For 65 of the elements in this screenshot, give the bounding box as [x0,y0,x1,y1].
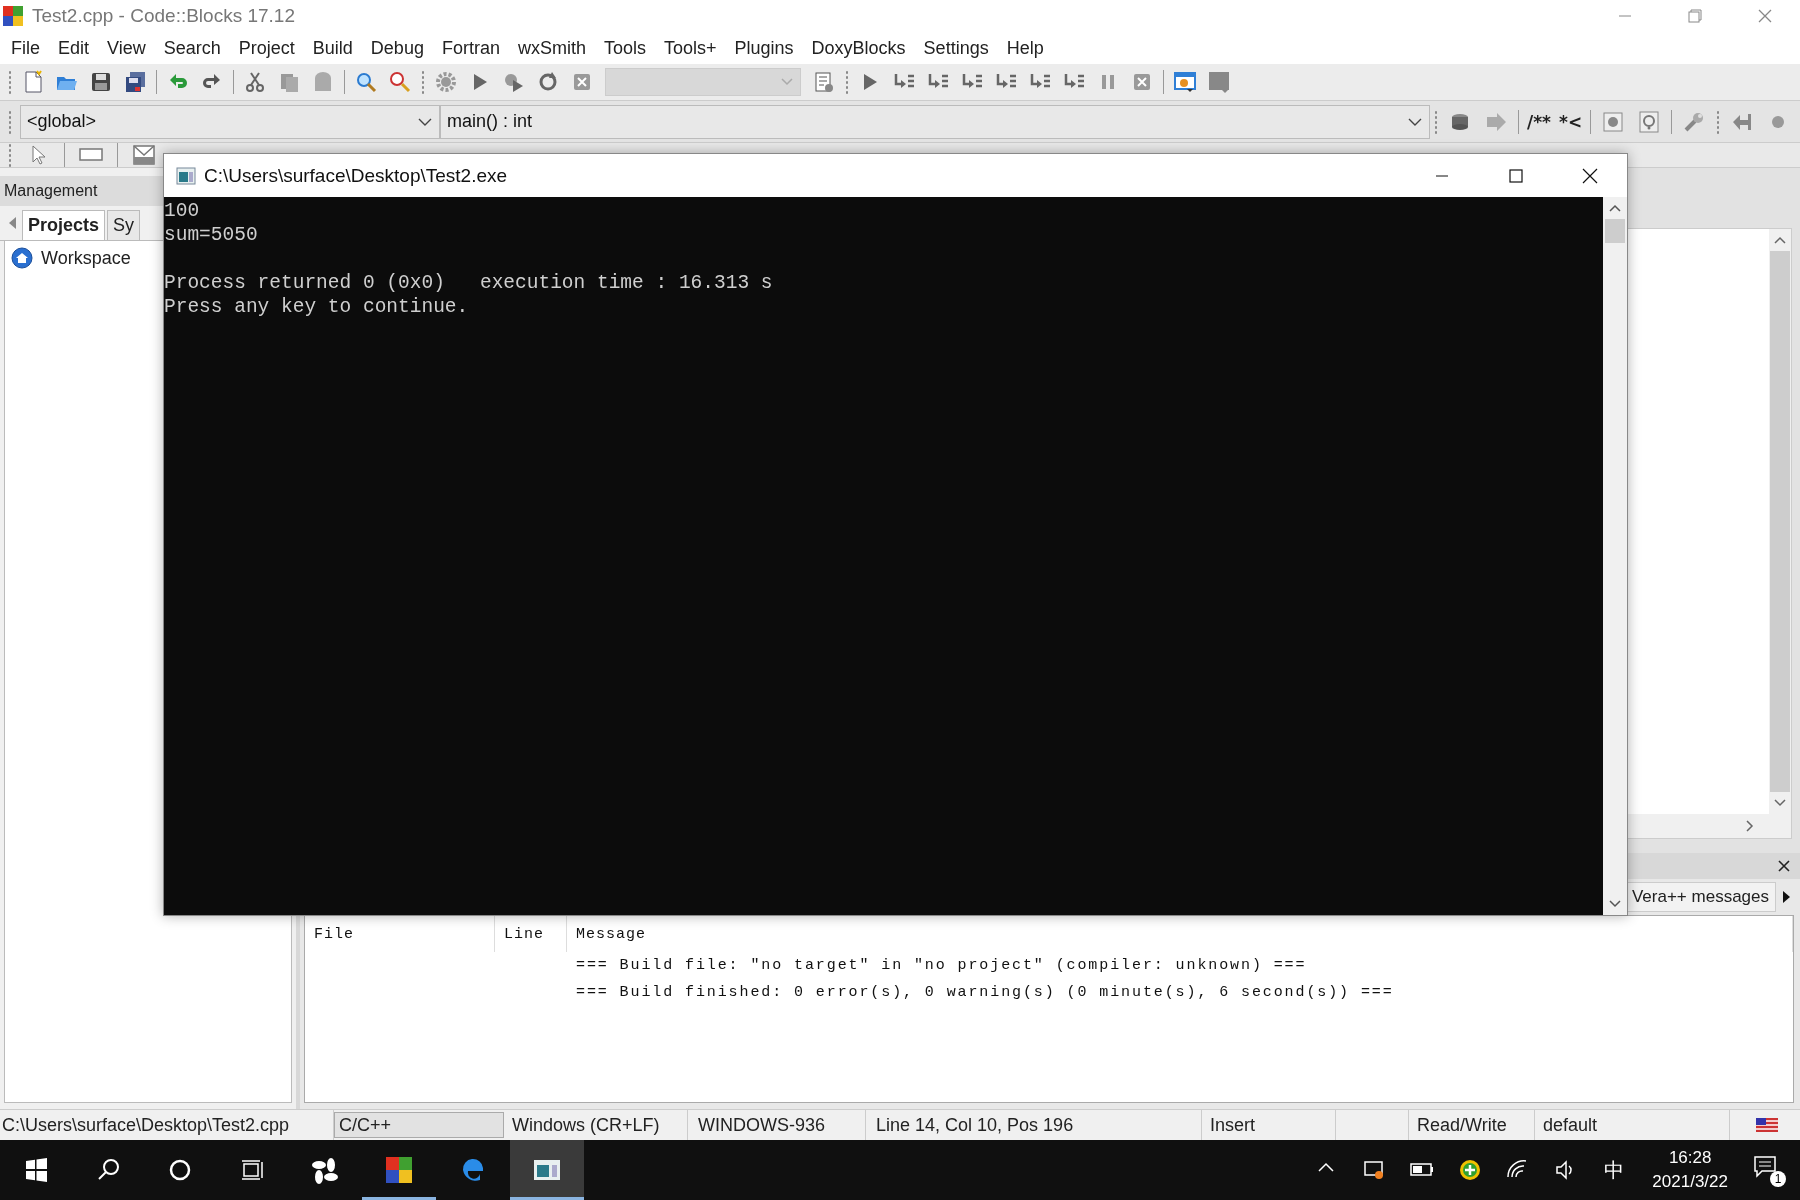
console-output-line: sum=5050 [164,223,259,247]
menu-item[interactable]: Settings [914,34,998,62]
dropdown-value: <global> [27,111,97,132]
status-field: C/C++ [334,1112,504,1138]
menu-item[interactable]: DoxyBlocks [802,34,915,62]
home-icon [11,247,33,269]
scrollbar[interactable] [1769,229,1791,814]
console-output-line: Process returned 0 (0x0) execution time : 16.313 s [164,271,774,295]
menu-item[interactable]: wxSmith [508,34,595,62]
replace-icon[interactable] [388,70,412,94]
chevron-down-icon [1407,116,1423,127]
doxy-button[interactable]: /** [1523,111,1555,132]
console-icon [176,166,196,185]
clock[interactable]: 16:28 2021/3/22 [1652,1146,1728,1194]
scroll-up-icon[interactable] [1608,203,1622,213]
menu-item[interactable]: Debug [361,34,433,62]
window-title: Test2.cpp - Code::Blocks 17.12 [32,5,295,27]
time-text: 16:28 [1668,1147,1712,1169]
input-method-indicator[interactable]: 中 [1604,1156,1625,1184]
scope-dropdown[interactable]: <global> [20,104,440,139]
date-text: 2021/3/22 [1652,1171,1728,1193]
flag-icon [1756,1118,1778,1132]
window-icon[interactable] [1207,70,1231,94]
panel-tab[interactable]: Projects [22,210,106,240]
scissors-icon[interactable] [243,70,267,94]
scrollbar-thumb[interactable] [1770,251,1790,792]
menu-item[interactable]: Tools+ [655,34,726,62]
tree-item[interactable]: Workspace [41,247,131,269]
debug-window-icon[interactable] [1173,70,1197,94]
menu-item[interactable]: Build [303,34,362,62]
scroll-down-icon[interactable] [1773,798,1787,808]
list-gear-icon[interactable] [812,70,836,94]
panel-tab[interactable]: Sy [107,210,141,240]
scroll-right-icon[interactable] [1780,889,1792,905]
menu-item[interactable]: Help [997,34,1053,62]
menu-item[interactable]: Project [229,34,304,62]
menu-item[interactable]: View [98,34,155,62]
menu-item[interactable]: Fortran [432,34,509,62]
dropdown-value: main() : int [447,111,533,132]
table-cell-text: === Build file: "no target" in "no project" (compiler: unknown) === [575,957,1308,974]
scroll-up-icon[interactable] [1773,235,1787,245]
console-icon[interactable] [510,1140,584,1200]
envelope-icon[interactable] [132,143,156,167]
notification-count: 1 [1770,1171,1786,1187]
save-all-icon[interactable] [123,70,147,94]
menu-item[interactable]: Edit [49,34,99,62]
menu-item[interactable]: Search [154,34,230,62]
doxy-button[interactable]: *< [1555,111,1587,132]
chevron-down-icon [417,116,433,127]
app-logo-icon [2,5,24,27]
menu-item[interactable]: Tools [594,34,655,62]
save-icon[interactable] [89,70,113,94]
scrollbar[interactable] [1603,197,1627,915]
menu-item[interactable]: File [2,34,49,62]
menu-item[interactable]: Plugins [725,34,803,62]
help-icon[interactable] [1637,109,1662,134]
scroll-down-icon[interactable] [1608,899,1622,909]
comment-window-icon[interactable] [1601,109,1626,134]
notification-button[interactable]: 1 [1752,1153,1786,1187]
console-output-line: Press any key to continue. [164,295,470,319]
function-dropdown[interactable]: main() : int [440,104,1430,139]
chevron-down-icon [780,77,794,87]
scrollbar-thumb[interactable] [1605,219,1625,243]
close-icon[interactable] [1776,858,1792,874]
table-cell-text: === Build finished: 0 error(s), 0 warning(s) (0 minute(s), 6 second(s)) === [575,984,1395,1001]
